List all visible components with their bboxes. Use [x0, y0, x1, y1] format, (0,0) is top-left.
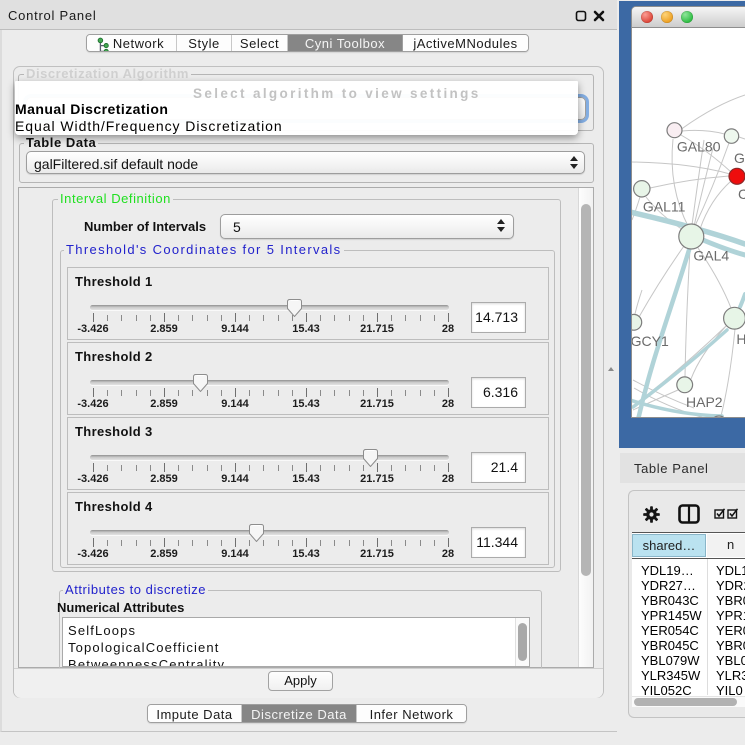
svg-text:GAL80: GAL80 [677, 139, 721, 155]
svg-text:C: C [738, 186, 745, 202]
svg-text:GCY1: GCY1 [632, 333, 669, 349]
svg-text:H: H [736, 331, 745, 347]
svg-text:HAP2: HAP2 [686, 394, 723, 410]
svg-text:GAL11: GAL11 [643, 199, 686, 215]
svg-text:GA: GA [734, 150, 745, 166]
svg-text:GAL4: GAL4 [693, 248, 729, 264]
